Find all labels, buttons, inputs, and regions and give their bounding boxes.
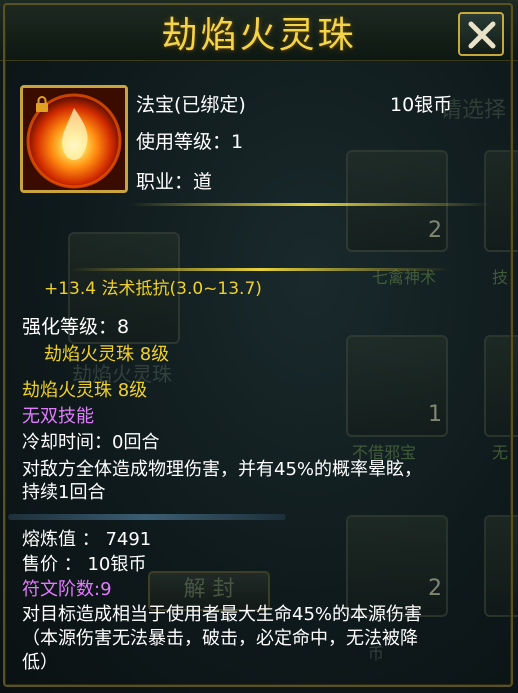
rune-description-cont: （本源伤害无法暴击，破击，必定命中，无法被降 (22, 628, 418, 649)
item-type-label: 法宝(已绑定) (136, 94, 246, 116)
enhance-item-name: 劫焰火灵珠 8级 (44, 344, 170, 365)
separator-glow (130, 203, 490, 206)
rune-description: 对目标造成相当于使用者最大生命45%的本源伤害 (22, 604, 423, 625)
bg-slot-count: 2 (428, 218, 442, 243)
sell-price: 售价 ： 10银币 (22, 554, 147, 575)
close-button[interactable] (458, 12, 504, 56)
item-name-level: 劫焰火灵珠 8级 (22, 380, 148, 401)
enhance-level-label: 强化等级：8 (22, 316, 130, 338)
bg-slot-2 (484, 150, 518, 252)
bg-slot-6 (484, 515, 518, 617)
bg-slot-4 (484, 335, 518, 437)
cooldown-label: 冷却时间：0回合 (22, 432, 160, 453)
profession-label: 职业：道 (136, 171, 213, 193)
stat-line: +13.4 法术抵抗(3.0~13.7) (44, 279, 262, 299)
smelt-value: 熔炼值 ： 7491 (22, 529, 152, 550)
section-divider (8, 514, 286, 520)
rune-level: 符文阶数:9 (22, 579, 112, 600)
window-title: 劫焰火灵珠 (161, 15, 357, 56)
item-tooltip-panel: 请选择 七禽神术 技 不借邪宝 无 2 1 2 劫焰火灵珠 币 解 封 劫焰火灵… (0, 0, 518, 693)
use-level-label: 使用等级：1 (136, 131, 244, 153)
close-icon (468, 21, 496, 49)
skill-description-cont: 持续1回合 (22, 482, 106, 503)
rune-description-end: 低） (22, 652, 58, 673)
bg-slot-label: 技 (492, 268, 509, 287)
separator-glow (70, 268, 450, 271)
title-bar: 劫焰火灵珠 (0, 0, 518, 61)
item-price-header: 10银币 (390, 94, 453, 116)
bg-slot-count: 1 (428, 402, 442, 427)
skill-header: 无双技能 (22, 406, 94, 427)
lock-icon (36, 96, 48, 112)
bg-slot-count: 2 (428, 576, 442, 601)
bg-slot-label: 无 (492, 443, 509, 462)
